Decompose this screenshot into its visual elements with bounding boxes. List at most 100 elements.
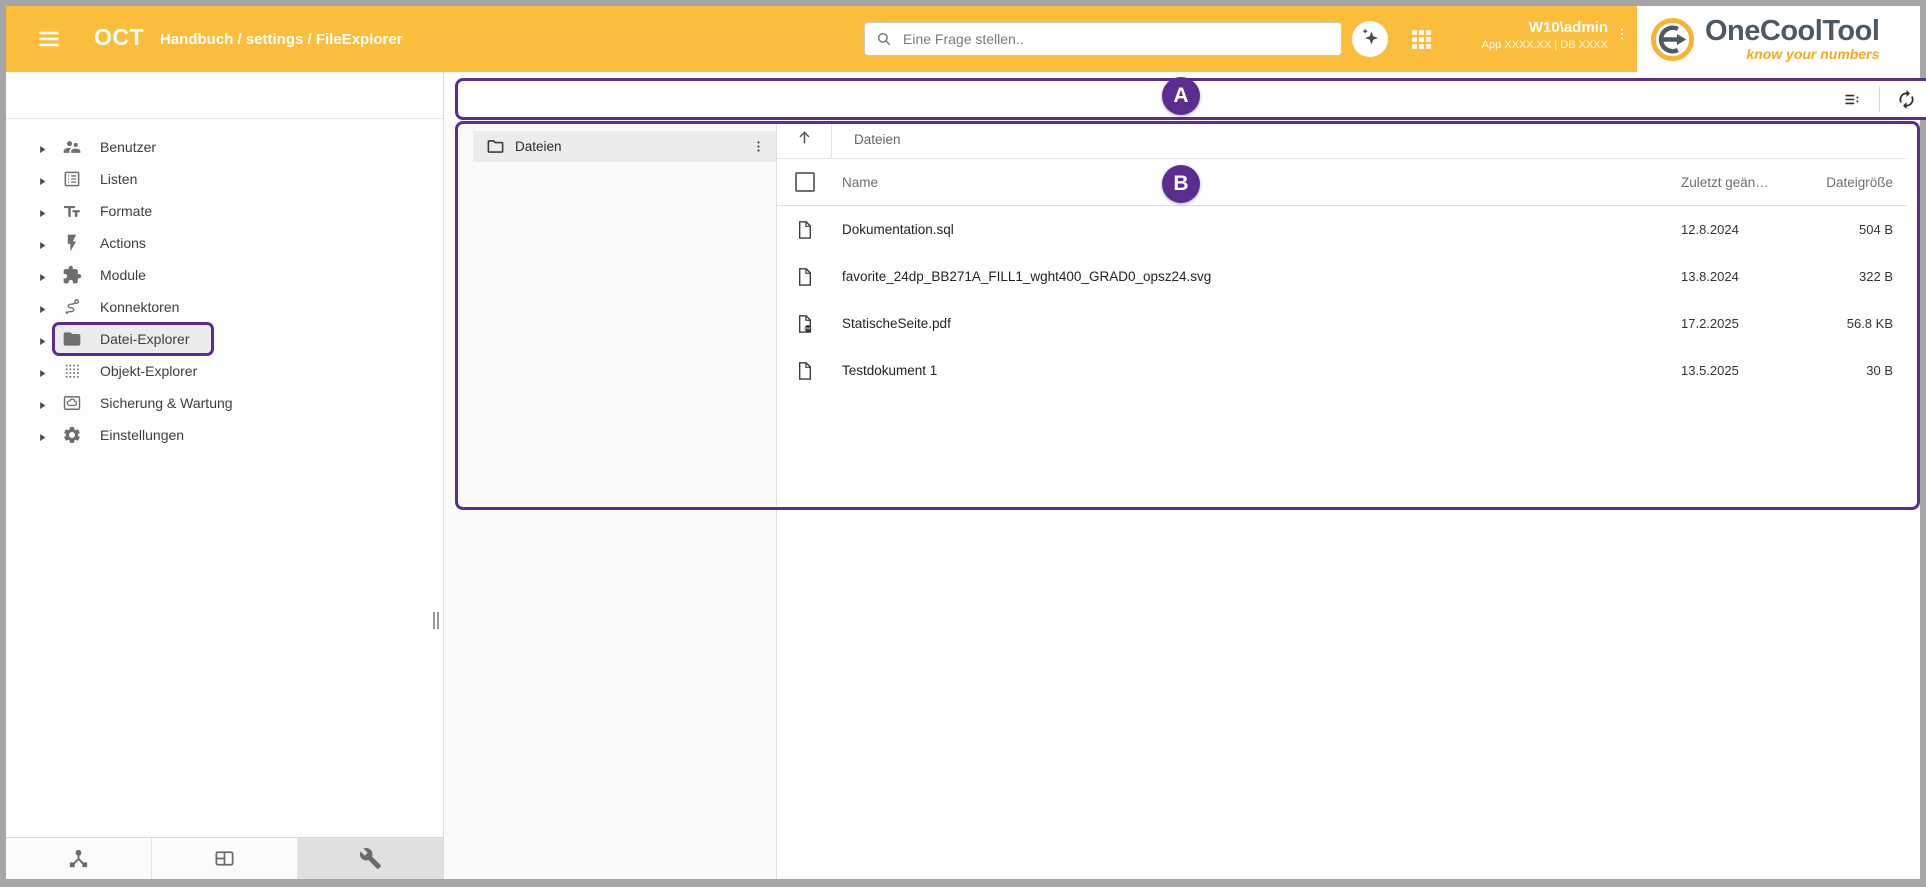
expand-arrow-icon <box>37 334 48 345</box>
panel-icon <box>213 847 236 870</box>
app-abbrev: OCT <box>94 24 144 51</box>
brand-name: OneCoolTool <box>1705 16 1879 46</box>
file-explorer-toolbar <box>455 78 1926 120</box>
brand-tagline: know your numbers <box>1705 47 1879 62</box>
select-all-checkbox[interactable] <box>795 172 815 192</box>
refresh-icon[interactable] <box>1896 89 1917 110</box>
file-row[interactable]: Dokumentation.sql 12.8.2024 504 B <box>777 206 1907 253</box>
body-row: Benutzer Listen Formate Actions Module K… <box>6 72 1920 879</box>
file-size: 56.8 KB <box>1791 316 1907 331</box>
sidebar-item-benutzer[interactable]: Benutzer <box>6 131 443 163</box>
sidebar-item-label: Datei-Explorer <box>100 331 189 347</box>
file-name: Dokumentation.sql <box>832 222 1681 237</box>
file-modified: 13.5.2025 <box>1681 363 1791 378</box>
file-row[interactable]: PDF StatischeSeite.pdf 17.2.2025 56.8 KB <box>777 300 1907 347</box>
sidebar-item-listen[interactable]: Listen <box>6 163 443 195</box>
tree-item-menu-icon[interactable] <box>751 138 766 155</box>
folder-tree-panel <box>444 121 777 879</box>
expand-arrow-icon <box>37 206 48 217</box>
sidebar-tab-tools-view[interactable] <box>298 838 443 879</box>
assistant-button[interactable] <box>1352 21 1388 57</box>
main-area: A Dateien Dateien Name Zuletzt geän… Dat… <box>444 72 1920 879</box>
tree-item-dateien[interactable]: Dateien <box>473 131 776 162</box>
file-row[interactable]: Testdokument 1 13.5.2025 30 B <box>777 347 1907 394</box>
expand-arrow-icon <box>37 142 48 153</box>
file-icon <box>794 360 816 382</box>
expand-arrow-icon <box>37 430 48 441</box>
up-directory-button[interactable] <box>777 121 832 158</box>
onecooltool-logo-icon <box>1649 16 1696 63</box>
sidebar-item-actions[interactable]: Actions <box>6 227 443 259</box>
column-settings-icon[interactable] <box>1842 89 1863 110</box>
sidebar-bottom-tabs <box>6 837 443 879</box>
file-icon <box>794 219 816 241</box>
file-list-panel: Dateien Name Zuletzt geän… Dateigröße Do… <box>777 121 1907 504</box>
dot-grid-icon <box>62 361 82 381</box>
sidebar-item-label: Konnektoren <box>100 299 179 315</box>
current-path-label: Dateien <box>832 132 901 147</box>
column-header-modified[interactable]: Zuletzt geän… <box>1681 175 1791 190</box>
top-bar: OCT Handbuch / settings / FileExplorer W… <box>6 6 1920 72</box>
sidebar-item-sicherung-wartung[interactable]: Sicherung & Wartung <box>6 387 443 419</box>
file-rows: Dokumentation.sql 12.8.2024 504 B favori… <box>777 206 1907 394</box>
search-box[interactable] <box>864 22 1342 56</box>
sidebar-item-label: Actions <box>100 235 146 251</box>
sidebar-tab-table-view[interactable] <box>152 838 298 879</box>
file-size: 504 B <box>1791 222 1907 237</box>
file-size: 322 B <box>1791 269 1907 284</box>
sidebar-item-objekt-explorer[interactable]: Objekt-Explorer <box>6 355 443 387</box>
gear-icon <box>62 425 82 445</box>
sidebar-item-label: Formate <box>100 203 152 219</box>
wrench-icon <box>359 847 382 870</box>
sparkle-icon <box>1358 25 1382 54</box>
svg-text:PDF: PDF <box>805 326 811 330</box>
hamburger-icon[interactable] <box>36 27 62 51</box>
connector-icon <box>62 297 82 317</box>
user-menu[interactable]: W10\admin App XXXX.XX | DB XXXX <box>1424 18 1608 53</box>
puzzle-icon <box>62 265 82 285</box>
sidebar-tab-tree-view[interactable] <box>6 838 152 879</box>
file-modified: 13.8.2024 <box>1681 269 1791 284</box>
file-size: 30 B <box>1791 363 1907 378</box>
folder-outline-icon <box>486 137 505 156</box>
expand-arrow-icon <box>37 302 48 313</box>
sidebar-item-einstellungen[interactable]: Einstellungen <box>6 419 443 451</box>
arrow-up-icon <box>795 128 814 152</box>
sidebar-item-label: Module <box>100 267 146 283</box>
breadcrumb[interactable]: Handbuch / settings / FileExplorer <box>160 31 403 48</box>
tree-item-label: Dateien <box>515 139 751 154</box>
sidebar-header <box>6 72 443 119</box>
sidebar-item-label: Sicherung & Wartung <box>100 395 233 411</box>
expand-arrow-icon <box>37 366 48 377</box>
file-list-header: Name Zuletzt geän… Dateigröße <box>777 159 1907 206</box>
sidebar-item-konnektoren[interactable]: Konnektoren <box>6 291 443 323</box>
list-icon <box>62 169 82 189</box>
flash-icon <box>62 233 82 253</box>
sidebar-item-formate[interactable]: Formate <box>6 195 443 227</box>
expand-arrow-icon <box>37 238 48 249</box>
app-window: OCT Handbuch / settings / FileExplorer W… <box>6 6 1920 879</box>
search-input[interactable] <box>901 30 1331 48</box>
file-name: Testdokument 1 <box>832 363 1681 378</box>
column-header-name[interactable]: Name <box>832 175 1681 190</box>
sidebar-resize-handle[interactable] <box>433 612 439 629</box>
sidebar-item-label: Einstellungen <box>100 427 184 443</box>
user-name: W10\admin <box>1424 18 1608 38</box>
app-db-info: App XXXX.XX | DB XXXX <box>1424 38 1608 53</box>
text-format-icon <box>62 201 82 221</box>
sidebar-item-label: Benutzer <box>100 139 156 155</box>
user-kebab-icon[interactable] <box>1614 25 1630 43</box>
brand-area: OneCoolTool know your numbers <box>1637 6 1920 72</box>
folder-icon <box>62 329 82 349</box>
file-modified: 12.8.2024 <box>1681 222 1791 237</box>
sidebar-nav: Benutzer Listen Formate Actions Module K… <box>6 131 443 451</box>
expand-arrow-icon <box>37 270 48 281</box>
sidebar-item-datei-explorer[interactable]: Datei-Explorer <box>6 323 443 355</box>
column-header-size[interactable]: Dateigröße <box>1791 175 1907 190</box>
sidebar-item-module[interactable]: Module <box>6 259 443 291</box>
file-name: favorite_24dp_BB271A_FILL1_wght400_GRAD0… <box>832 269 1681 284</box>
expand-arrow-icon <box>37 174 48 185</box>
file-modified: 17.2.2025 <box>1681 316 1791 331</box>
sidebar-item-label: Listen <box>100 171 137 187</box>
file-row[interactable]: favorite_24dp_BB271A_FILL1_wght400_GRAD0… <box>777 253 1907 300</box>
